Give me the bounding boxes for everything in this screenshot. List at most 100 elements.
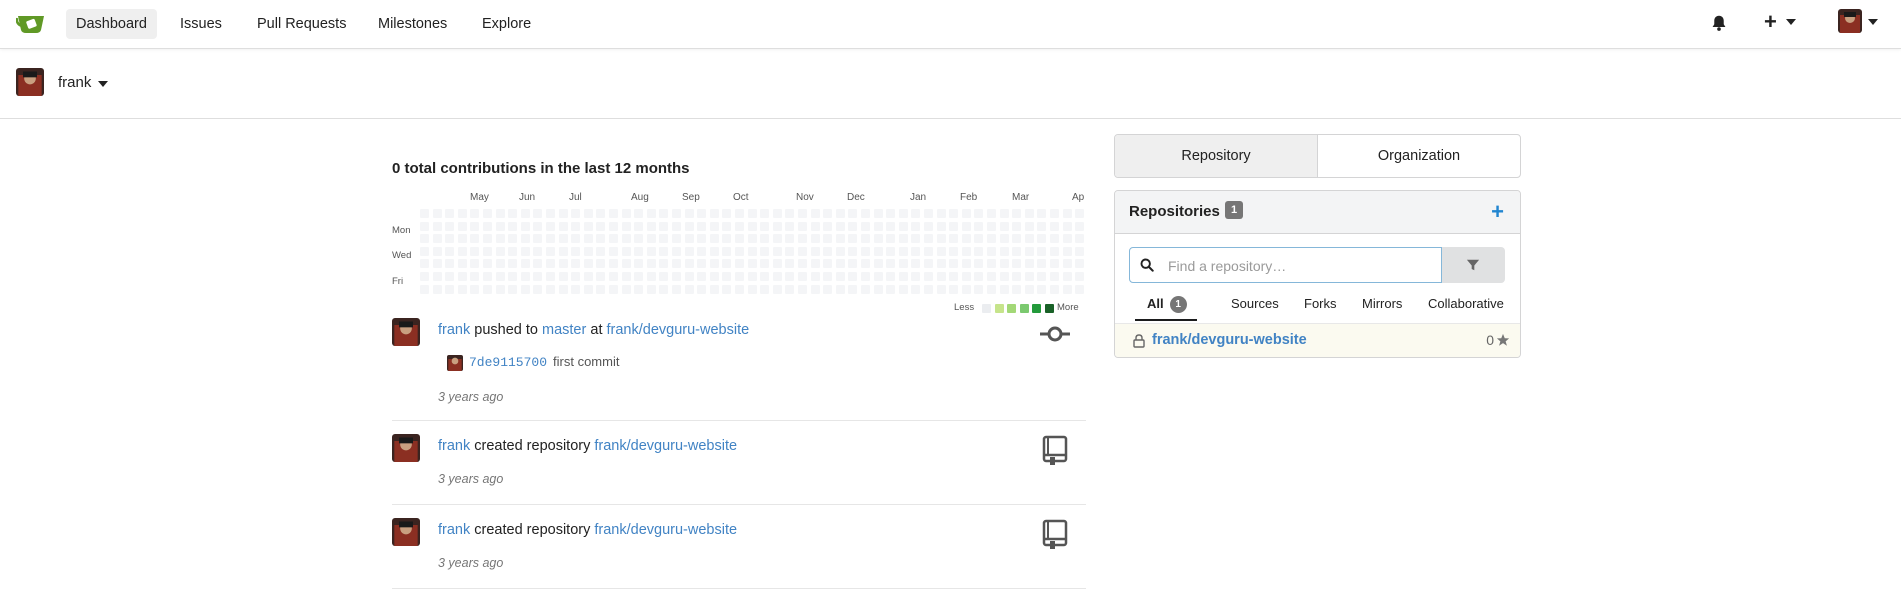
heatmap-cell[interactable] — [596, 259, 606, 269]
heatmap-cell[interactable] — [961, 221, 971, 231]
heatmap-cell[interactable] — [457, 209, 467, 218]
heatmap-cell[interactable] — [495, 221, 505, 231]
heatmap-cell[interactable] — [722, 221, 732, 231]
tab-organization[interactable]: Organization — [1318, 135, 1520, 177]
heatmap-cell[interactable] — [735, 209, 744, 218]
heatmap-cell[interactable] — [508, 209, 518, 218]
heatmap-cell[interactable] — [1012, 259, 1022, 269]
heatmap-cell[interactable] — [760, 284, 770, 294]
heatmap-cell[interactable] — [508, 259, 518, 269]
heatmap-cell[interactable] — [1012, 221, 1022, 231]
heatmap-cell[interactable] — [697, 259, 707, 269]
heatmap-cell[interactable] — [546, 221, 555, 231]
heatmap-cell[interactable] — [1062, 272, 1072, 281]
heatmap-cell[interactable] — [886, 284, 896, 294]
heatmap-cell[interactable] — [823, 284, 833, 294]
heatmap-cell[interactable] — [684, 221, 694, 231]
heatmap-cell[interactable] — [546, 209, 555, 218]
subtab-collaborative[interactable]: Collaborative — [1428, 293, 1504, 321]
heatmap-cell[interactable] — [911, 234, 921, 244]
heatmap-cell[interactable] — [457, 246, 467, 256]
heatmap-cell[interactable] — [558, 234, 568, 244]
heatmap-cell[interactable] — [684, 284, 694, 294]
heatmap-cell[interactable] — [898, 272, 908, 281]
heatmap-cell[interactable] — [457, 221, 467, 231]
heatmap-cell[interactable] — [861, 221, 870, 231]
heatmap-cell[interactable] — [1024, 272, 1034, 281]
heatmap-cell[interactable] — [848, 259, 858, 269]
heatmap-cell[interactable] — [659, 234, 669, 244]
heatmap-cell[interactable] — [1012, 272, 1022, 281]
heatmap-cell[interactable] — [810, 284, 820, 294]
heatmap-cell[interactable] — [772, 209, 782, 218]
heatmap-cell[interactable] — [722, 272, 732, 281]
feed-repo-link[interactable]: frank/devguru-website — [594, 522, 737, 538]
heatmap-cell[interactable] — [646, 221, 656, 231]
heatmap-cell[interactable] — [546, 234, 555, 244]
heatmap-cell[interactable] — [785, 209, 795, 218]
heatmap-cell[interactable] — [999, 272, 1009, 281]
heatmap-cell[interactable] — [432, 234, 442, 244]
heatmap-cell[interactable] — [772, 246, 782, 256]
heatmap-cell[interactable] — [747, 284, 757, 294]
subtab-forks[interactable]: Forks — [1304, 293, 1337, 321]
heatmap-cell[interactable] — [596, 246, 606, 256]
heatmap-cell[interactable] — [823, 259, 833, 269]
heatmap-cell[interactable] — [420, 209, 429, 218]
heatmap-cell[interactable] — [987, 221, 996, 231]
heatmap-cell[interactable] — [520, 246, 530, 256]
heatmap-cell[interactable] — [483, 234, 492, 244]
heatmap-cell[interactable] — [848, 284, 858, 294]
feed-repo-link[interactable]: frank/devguru-website — [594, 438, 737, 454]
heatmap-cell[interactable] — [646, 234, 656, 244]
heatmap-cell[interactable] — [961, 246, 971, 256]
heatmap-cell[interactable] — [886, 272, 896, 281]
heatmap-cell[interactable] — [621, 272, 631, 281]
heatmap-cell[interactable] — [571, 284, 581, 294]
heatmap-cell[interactable] — [722, 234, 732, 244]
repo-name-link[interactable]: frank/devguru-website — [1152, 332, 1307, 348]
heatmap-cell[interactable] — [470, 272, 480, 281]
heatmap-cell[interactable] — [735, 234, 744, 244]
heatmap-cell[interactable] — [1037, 259, 1047, 269]
heatmap-cell[interactable] — [659, 284, 669, 294]
heatmap-cell[interactable] — [659, 209, 669, 218]
heatmap-cell[interactable] — [974, 284, 984, 294]
heatmap-cell[interactable] — [1062, 221, 1072, 231]
heatmap-cell[interactable] — [999, 246, 1009, 256]
heatmap-cell[interactable] — [987, 284, 996, 294]
avatar[interactable] — [16, 68, 44, 96]
heatmap-cell[interactable] — [798, 284, 807, 294]
heatmap-cell[interactable] — [533, 221, 543, 231]
nav-issues[interactable]: Issues — [170, 9, 232, 39]
heatmap-cell[interactable] — [798, 259, 807, 269]
heatmap-cell[interactable] — [445, 246, 455, 256]
heatmap-cell[interactable] — [886, 221, 896, 231]
heatmap-cell[interactable] — [420, 259, 429, 269]
heatmap-cell[interactable] — [659, 221, 669, 231]
filter-button[interactable] — [1442, 247, 1505, 283]
heatmap-cell[interactable] — [483, 246, 492, 256]
bell-icon[interactable] — [1710, 14, 1728, 32]
heatmap-cell[interactable] — [596, 221, 606, 231]
heatmap-cell[interactable] — [772, 221, 782, 231]
subtab-sources[interactable]: Sources — [1231, 293, 1279, 321]
heatmap-cell[interactable] — [420, 221, 429, 231]
heatmap-cell[interactable] — [999, 284, 1009, 294]
heatmap-cell[interactable] — [1024, 234, 1034, 244]
heatmap-cell[interactable] — [924, 209, 933, 218]
heatmap-cell[interactable] — [823, 209, 833, 218]
heatmap-cell[interactable] — [810, 272, 820, 281]
heatmap-cell[interactable] — [949, 246, 959, 256]
heatmap-cell[interactable] — [508, 272, 518, 281]
avatar[interactable] — [1838, 9, 1862, 33]
heatmap-cell[interactable] — [823, 221, 833, 231]
heatmap-cell[interactable] — [470, 259, 480, 269]
heatmap-cell[interactable] — [684, 272, 694, 281]
add-repository-button[interactable]: + — [1491, 199, 1504, 225]
heatmap-cell[interactable] — [1037, 221, 1047, 231]
heatmap-cell[interactable] — [697, 234, 707, 244]
heatmap-cell[interactable] — [936, 284, 946, 294]
heatmap-cell[interactable] — [672, 234, 681, 244]
tab-repository[interactable]: Repository — [1115, 135, 1318, 177]
